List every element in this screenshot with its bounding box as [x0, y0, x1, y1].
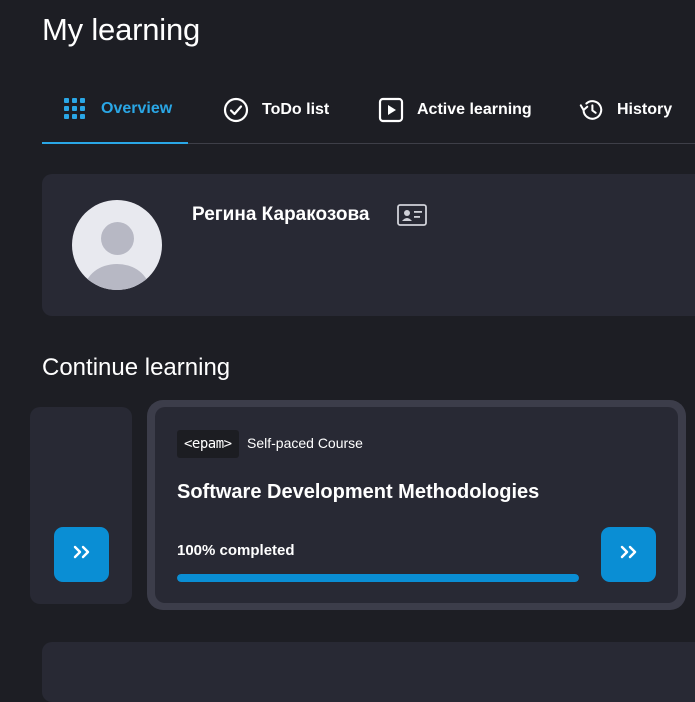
- tab-todo-list-label: ToDo list: [262, 100, 330, 118]
- page-title: My learning: [42, 12, 201, 47]
- profile-card: Регина Каракозова: [42, 174, 695, 316]
- course-card-inner: <epam> Self-paced Course Software Develo…: [155, 407, 678, 603]
- continue-button[interactable]: [54, 527, 109, 582]
- user-name: Регина Каракозова: [192, 204, 370, 225]
- tab-overview-label: Overview: [101, 100, 173, 117]
- tab-history-label: History: [617, 100, 673, 118]
- play-icon: [378, 97, 404, 123]
- progress-label: 100% completed: [177, 542, 295, 559]
- course-card[interactable]: <epam> Self-paced Course Software Develo…: [147, 400, 686, 610]
- progress-bar: [177, 574, 579, 582]
- tab-bar: Overview ToDo list Active learning Histo…: [42, 76, 695, 144]
- tab-overview[interactable]: Overview: [42, 76, 188, 144]
- double-chevron-right-icon: [71, 544, 93, 565]
- course-title[interactable]: Software Development Methodologies: [177, 481, 539, 504]
- avatar-body: [85, 264, 149, 290]
- provider-logo: <epam>: [177, 430, 239, 458]
- bottom-card: [42, 642, 695, 702]
- course-type: Self-paced Course: [247, 435, 363, 451]
- course-card-partial[interactable]: [30, 407, 132, 604]
- check-circle-icon: [223, 97, 249, 123]
- tab-todo-list[interactable]: ToDo list: [223, 76, 329, 143]
- id-card-icon[interactable]: [397, 204, 427, 226]
- avatar-head: [101, 222, 134, 255]
- tab-history[interactable]: History: [578, 76, 672, 143]
- double-chevron-right-icon: [618, 544, 640, 565]
- grid-icon: [62, 96, 88, 122]
- progress-fill: [177, 574, 579, 582]
- avatar: [72, 200, 162, 290]
- tab-active-learning-label: Active learning: [417, 100, 532, 118]
- continue-button[interactable]: [601, 527, 656, 582]
- history-icon: [578, 97, 604, 123]
- section-title-continue-learning: Continue learning: [42, 354, 231, 381]
- tab-active-learning[interactable]: Active learning: [378, 76, 532, 143]
